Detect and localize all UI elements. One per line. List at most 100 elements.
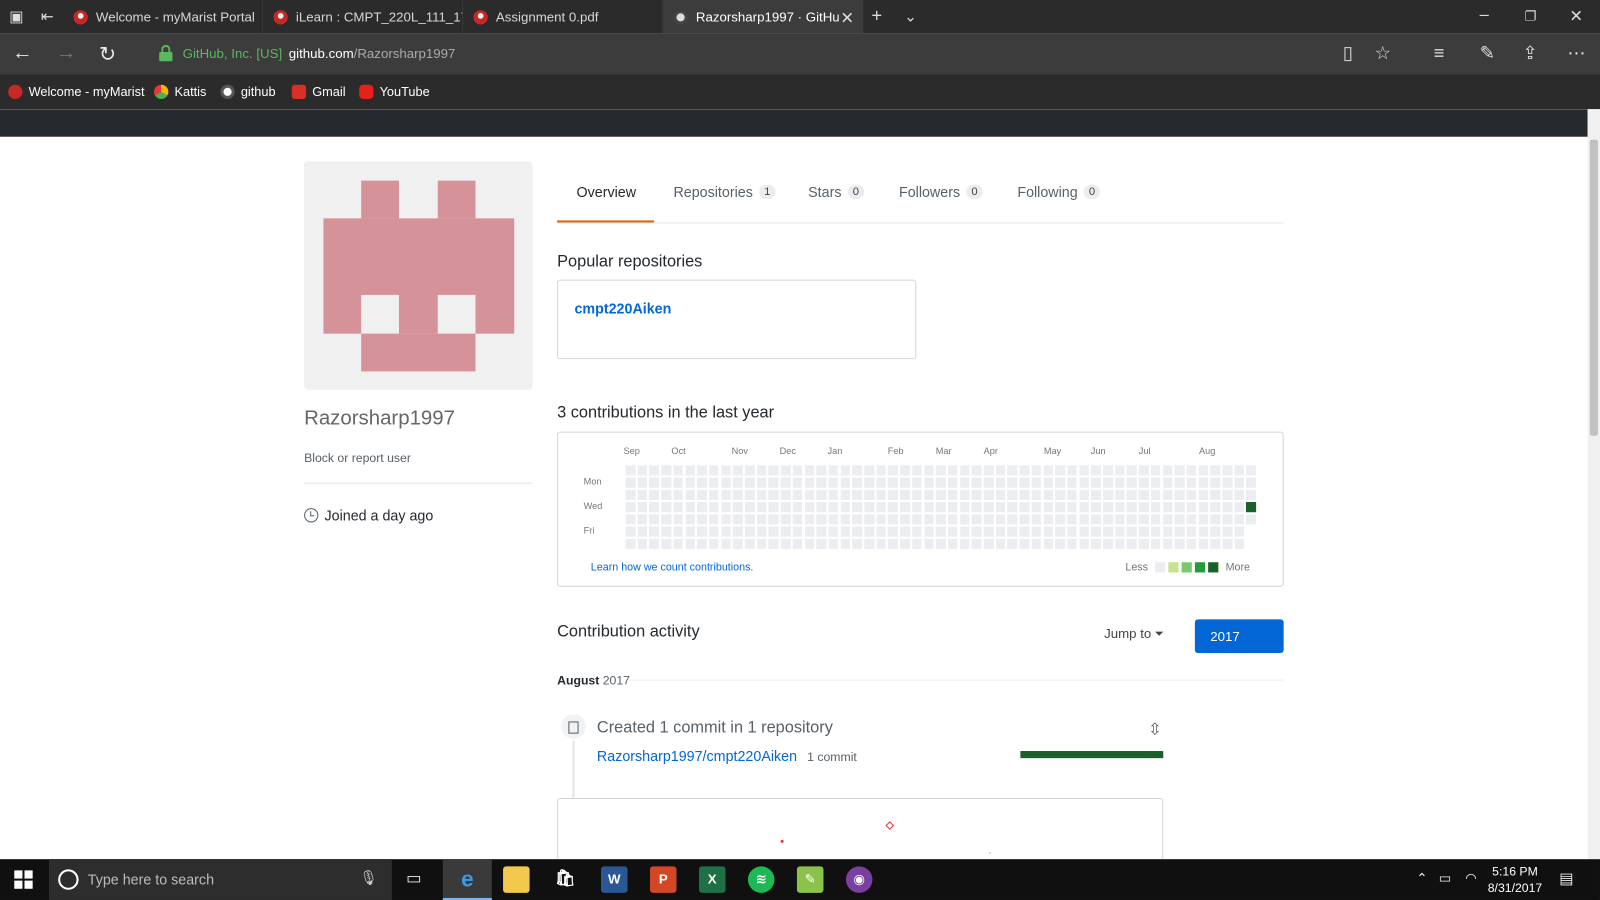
contribution-day[interactable]: [1055, 465, 1065, 475]
contribution-day[interactable]: [1114, 489, 1125, 500]
task-view-icon[interactable]: ▭: [406, 868, 421, 888]
contribution-day[interactable]: [1174, 465, 1185, 475]
contribution-day[interactable]: [1198, 477, 1209, 488]
contribution-day[interactable]: [1055, 538, 1065, 549]
contribution-day[interactable]: [1067, 489, 1077, 500]
contribution-day[interactable]: [1055, 502, 1065, 512]
contribution-day[interactable]: [971, 514, 982, 524]
contribution-day[interactable]: [947, 465, 958, 475]
contribution-day[interactable]: [959, 538, 970, 549]
contribution-day[interactable]: [923, 489, 934, 500]
contribution-day[interactable]: [912, 465, 922, 475]
contribution-day[interactable]: [888, 465, 898, 475]
contribution-day[interactable]: [1186, 489, 1197, 500]
contribution-day[interactable]: [840, 538, 851, 549]
contribution-day[interactable]: [1079, 477, 1089, 488]
contribution-day[interactable]: [1079, 489, 1089, 500]
contribution-day[interactable]: [1103, 514, 1113, 524]
contribution-day[interactable]: [637, 477, 648, 488]
contribution-day[interactable]: [1174, 489, 1185, 500]
contribution-day[interactable]: [1043, 502, 1054, 512]
contribution-day[interactable]: [1103, 465, 1113, 475]
contribution-day[interactable]: [732, 502, 743, 512]
contribution-day[interactable]: [912, 477, 922, 488]
contribution-day[interactable]: [1234, 514, 1245, 524]
contribution-day[interactable]: [732, 465, 743, 475]
contribution-day[interactable]: [983, 477, 994, 488]
contribution-day[interactable]: [649, 477, 660, 488]
browser-tab-assignment[interactable]: Assignment 0.pdf: [463, 0, 664, 34]
contribution-day[interactable]: [709, 502, 719, 512]
contribution-day[interactable]: [912, 502, 922, 512]
powerpoint-icon[interactable]: P: [649, 866, 677, 893]
tray-chevron-icon[interactable]: ⌃: [1416, 870, 1427, 886]
contribution-day[interactable]: [900, 514, 910, 524]
contribution-day[interactable]: [852, 538, 863, 549]
contribution-day[interactable]: [1007, 502, 1018, 512]
contribution-day[interactable]: [912, 526, 922, 537]
contribution-day[interactable]: [852, 477, 863, 488]
activity-commit-count[interactable]: 1 commit: [807, 750, 857, 764]
contribution-day[interactable]: [876, 538, 886, 549]
contribution-day[interactable]: [840, 477, 851, 488]
contribution-day[interactable]: [1126, 477, 1137, 488]
activity-repo-link[interactable]: Razorsharp1997/cmpt220Aiken: [597, 748, 797, 764]
contribution-day[interactable]: [900, 465, 910, 475]
hub-icon[interactable]: ≡: [1434, 43, 1445, 64]
contribution-day[interactable]: [876, 477, 886, 488]
contribution-day[interactable]: [780, 538, 791, 549]
contribution-day[interactable]: [780, 489, 791, 500]
contribution-day[interactable]: [792, 502, 803, 512]
contribution-day[interactable]: [637, 538, 648, 549]
contribution-day[interactable]: [816, 514, 827, 524]
contribution-day[interactable]: [709, 538, 719, 549]
contribution-day[interactable]: [983, 502, 994, 512]
contribution-day[interactable]: [1234, 538, 1245, 549]
contribution-day[interactable]: [637, 502, 648, 512]
contribution-day[interactable]: [1162, 465, 1173, 475]
contribution-day[interactable]: [1222, 465, 1233, 475]
contribution-day[interactable]: [792, 514, 803, 524]
contribution-day[interactable]: [1126, 465, 1137, 475]
contribution-day[interactable]: [1007, 526, 1018, 537]
contribution-day[interactable]: [780, 477, 791, 488]
contribution-day[interactable]: [1055, 526, 1065, 537]
close-tab-icon[interactable]: ✕: [840, 8, 854, 28]
contribution-day[interactable]: [900, 477, 910, 488]
taskbar-clock[interactable]: 5:16 PM 8/31/2017: [1488, 863, 1542, 896]
contribution-day[interactable]: [923, 514, 934, 524]
contribution-day[interactable]: [852, 489, 863, 500]
contribution-day[interactable]: [852, 514, 863, 524]
contribution-day[interactable]: [1210, 538, 1221, 549]
contribution-day[interactable]: [1114, 538, 1125, 549]
contribution-day[interactable]: [983, 514, 994, 524]
contribution-day[interactable]: [1019, 502, 1030, 512]
contribution-day[interactable]: [697, 489, 707, 500]
contribution-day[interactable]: [1019, 514, 1030, 524]
contribution-day[interactable]: [1246, 502, 1257, 512]
contribution-day[interactable]: [1103, 538, 1113, 549]
reading-view-icon[interactable]: ▯: [1343, 43, 1353, 64]
contribution-day[interactable]: [1079, 465, 1089, 475]
contribution-day[interactable]: [721, 538, 731, 549]
contribution-day[interactable]: [1091, 489, 1101, 500]
contribution-day[interactable]: [1174, 526, 1185, 537]
contribution-day[interactable]: [721, 465, 731, 475]
contribution-day[interactable]: [1126, 538, 1137, 549]
more-icon[interactable]: ⋯: [1567, 43, 1585, 64]
contribution-day[interactable]: [1079, 502, 1089, 512]
bookmark-github[interactable]: github: [220, 84, 276, 99]
contribution-day[interactable]: [744, 502, 755, 512]
bookmark-mymarist[interactable]: Welcome - myMarist: [8, 84, 145, 99]
contribution-day[interactable]: [971, 502, 982, 512]
contribution-day[interactable]: [1210, 526, 1221, 537]
year-2017-button[interactable]: 2017: [1194, 619, 1284, 654]
contribution-day[interactable]: [792, 465, 803, 475]
contribution-day[interactable]: [995, 514, 1006, 524]
contribution-day[interactable]: [935, 465, 946, 475]
contribution-day[interactable]: [673, 538, 683, 549]
contribution-day[interactable]: [1114, 514, 1125, 524]
contribution-day[interactable]: [1007, 538, 1018, 549]
contribution-day[interactable]: [661, 502, 672, 512]
contribution-day[interactable]: [673, 526, 683, 537]
